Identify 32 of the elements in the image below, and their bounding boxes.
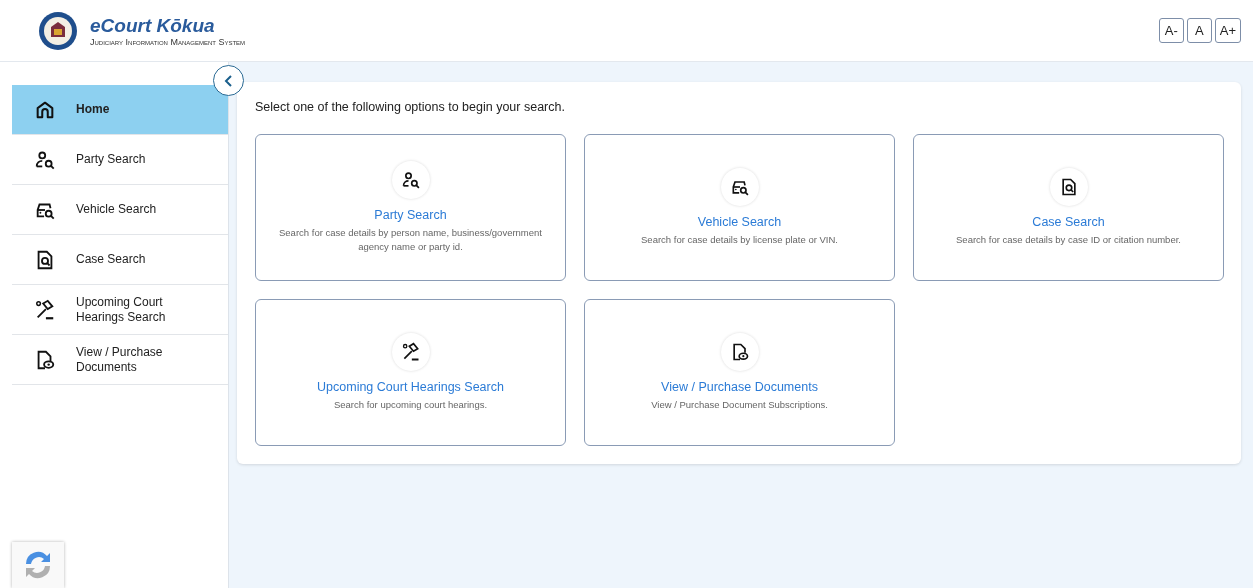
card-title: Party Search bbox=[374, 208, 447, 222]
card-description: View / Purchase Document Subscriptions. bbox=[651, 398, 828, 412]
seal-logo bbox=[38, 10, 78, 51]
app-title: eCourt Kōkua bbox=[90, 14, 216, 37]
card-title: View / Purchase Documents bbox=[661, 380, 818, 394]
person-search-icon bbox=[400, 170, 421, 190]
search-option-card[interactable]: Upcoming Court Hearings Search Search for upcoming court hearings. bbox=[255, 299, 566, 446]
sidebar-item[interactable]: Case Search bbox=[12, 235, 228, 285]
card-description: Search for case details by license plate or VIN. bbox=[641, 233, 838, 247]
sidebar-item[interactable]: Upcoming Court Hearings Search bbox=[12, 285, 228, 335]
sidebar-item[interactable]: Home bbox=[12, 85, 228, 135]
chevron-left-icon bbox=[222, 74, 235, 87]
sidebar-item[interactable]: Vehicle Search bbox=[12, 185, 228, 235]
font-size-button[interactable]: A bbox=[1186, 18, 1212, 43]
search-option-card[interactable]: Case Search Search for case details by case ID or citation number. bbox=[913, 134, 1224, 281]
card-title: Vehicle Search bbox=[697, 215, 782, 229]
search-option-card[interactable]: View / Purchase Documents View / Purchase Document Subscriptions. bbox=[584, 299, 895, 446]
card-title: Case Search bbox=[1032, 215, 1105, 229]
font-size-button[interactable]: A- bbox=[1158, 18, 1184, 43]
card-description: Search for case details by person name, business/government agency name or party id. bbox=[278, 226, 543, 254]
search-option-card[interactable]: Vehicle Search Search for case details by license plate or VIN. bbox=[584, 134, 895, 281]
sidebar-item[interactable]: Party Search bbox=[12, 135, 228, 185]
card-title: Upcoming Court Hearings Search bbox=[317, 380, 504, 394]
intro-text: Select one of the following options to begin your search. bbox=[255, 100, 566, 114]
sidebar-item[interactable]: View / Purchase Documents bbox=[12, 335, 228, 385]
card-description: Search for upcoming court hearings. bbox=[333, 398, 488, 412]
gavel-icon bbox=[400, 342, 421, 362]
gavel-icon bbox=[34, 298, 56, 321]
card-description: Search for case details by case ID or citation number. bbox=[956, 233, 1181, 247]
font-size-button[interactable]: A+ bbox=[1214, 18, 1241, 43]
search-option-card[interactable]: Party Search Search for case details by person name, business/government agency name or party id. bbox=[255, 134, 566, 281]
app-subtitle: Judiciary Information Management System bbox=[90, 36, 246, 47]
